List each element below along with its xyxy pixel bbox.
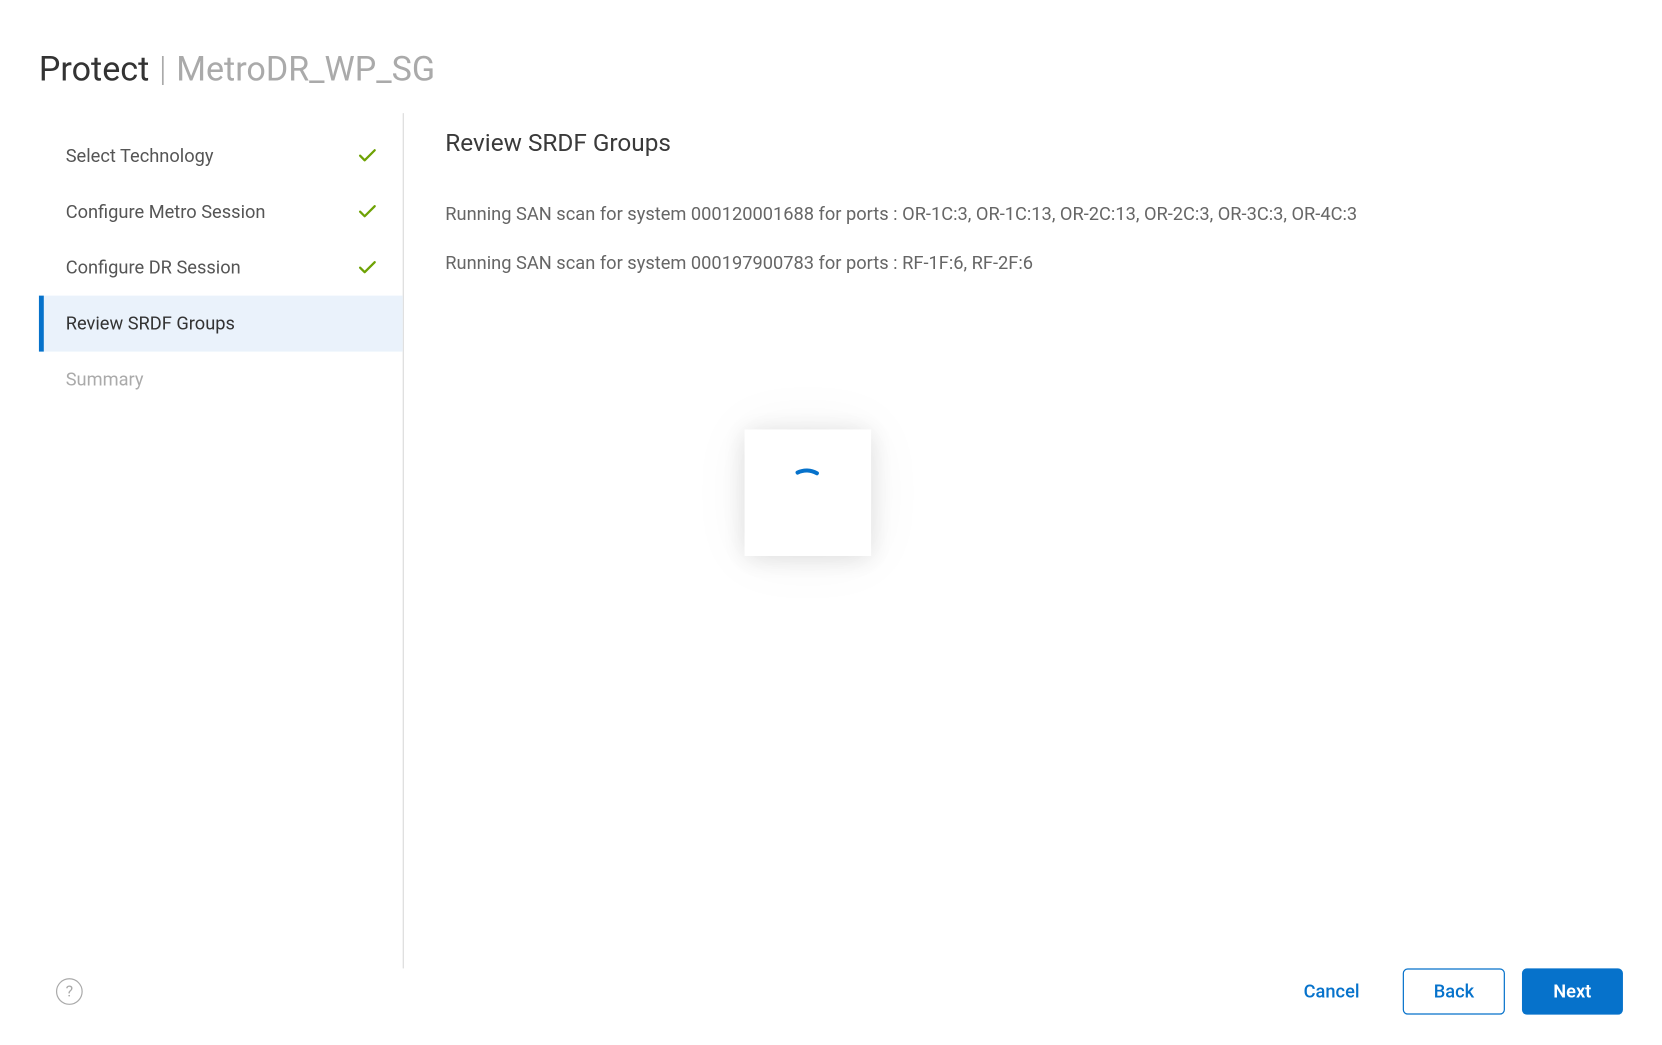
step-summary[interactable]: Summary [39,352,403,408]
step-label: Review SRDF Groups [66,313,235,335]
page-header: Protect | MetroDR_WP_SG [0,0,1662,113]
spinner-icon [782,465,833,521]
wizard-footer: ? Cancel Back Next [0,968,1662,1043]
help-glyph: ? [66,982,73,1000]
wizard-steps: Select Technology Configure Metro Sessio… [39,113,404,968]
next-button[interactable]: Next [1522,968,1623,1014]
status-line: Running SAN scan for system 000120001688… [445,203,1625,225]
page-title: Protect [39,49,149,89]
check-icon [356,257,378,279]
step-label: Select Technology [66,145,214,167]
step-label: Configure Metro Session [66,201,266,223]
status-line: Running SAN scan for system 000197900783… [445,252,1625,274]
step-configure-dr-session[interactable]: Configure DR Session [39,240,403,296]
step-select-technology[interactable]: Select Technology [39,128,403,184]
loading-card [745,429,872,556]
help-icon[interactable]: ? [56,978,83,1005]
step-review-srdf-groups[interactable]: Review SRDF Groups [39,296,403,352]
title-divider: | [159,49,167,89]
back-button[interactable]: Back [1403,968,1504,1014]
main-content: Review SRDF Groups Running SAN scan for … [404,113,1662,968]
step-label: Configure DR Session [66,257,241,279]
cancel-button[interactable]: Cancel [1277,968,1386,1014]
step-label: Summary [66,369,144,391]
content-title: Review SRDF Groups [445,128,1625,157]
page-subtitle: MetroDR_WP_SG [176,49,435,89]
check-icon [356,201,378,223]
footer-buttons: Cancel Back Next [1277,968,1623,1014]
step-configure-metro-session[interactable]: Configure Metro Session [39,184,403,240]
check-icon [356,145,378,167]
